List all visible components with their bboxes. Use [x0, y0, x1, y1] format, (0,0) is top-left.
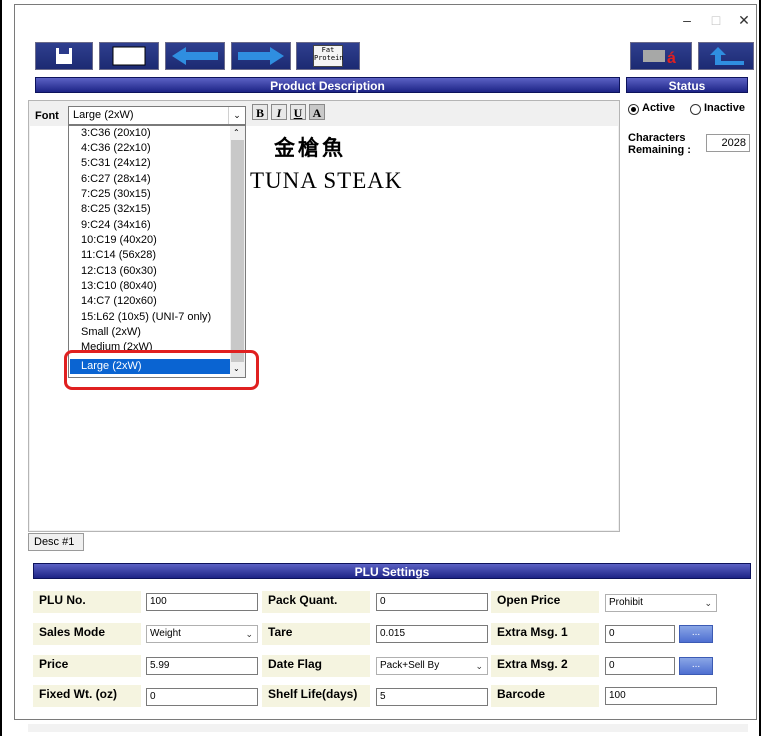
- scroll-up-icon[interactable]: ⌃: [233, 128, 240, 137]
- font-dropdown-list[interactable]: 3:C36 (20x10) 4:C36 (22x10) 5:C31 (24x12…: [68, 125, 246, 378]
- new-page-icon: [112, 46, 146, 66]
- dropdown-scroll-thumb[interactable]: [231, 140, 244, 362]
- barcode-input[interactable]: 100: [605, 687, 717, 705]
- plu-no-input[interactable]: 100: [146, 593, 258, 611]
- underline-button[interactable]: U: [290, 104, 306, 120]
- font-option[interactable]: 13:C10 (80x40): [81, 280, 157, 292]
- maximize-button[interactable]: □: [703, 10, 729, 30]
- shelf-life-input[interactable]: 5: [376, 688, 488, 706]
- language-map-icon: á: [643, 50, 676, 66]
- extra-msg-2-input[interactable]: 0: [605, 657, 675, 675]
- font-option[interactable]: 3:C36 (20x10): [81, 127, 151, 139]
- product-description-header: Product Description: [35, 77, 620, 93]
- return-arrow-icon: [710, 47, 744, 65]
- dropdown-scrollbar[interactable]: ⌃ ⌄: [230, 126, 245, 377]
- language-button[interactable]: á: [630, 42, 692, 70]
- tab-desc-1[interactable]: Desc #1: [28, 533, 84, 551]
- tare-label: Tare: [262, 623, 370, 645]
- font-label: Font: [35, 110, 59, 122]
- pack-quant-input[interactable]: 0: [376, 593, 488, 611]
- minimize-button[interactable]: –: [674, 10, 700, 30]
- inactive-label: Inactive: [704, 102, 745, 114]
- save-icon: [56, 48, 72, 64]
- font-option[interactable]: Small (2xW): [81, 326, 141, 338]
- status-header: Status: [626, 77, 748, 93]
- svg-text:á: á: [667, 50, 676, 66]
- chevron-down-icon[interactable]: ⌄: [704, 595, 712, 611]
- characters-remaining-label: Characters Remaining :: [628, 132, 691, 156]
- arrow-left-icon: [172, 47, 218, 65]
- previous-button[interactable]: [165, 42, 225, 70]
- highlight-annotation: [64, 350, 259, 390]
- active-radio[interactable]: [628, 104, 639, 115]
- font-option[interactable]: 6:C27 (28x14): [81, 173, 151, 185]
- plu-settings-header: PLU Settings: [33, 563, 751, 579]
- date-flag-label: Date Flag: [262, 655, 370, 677]
- outer-border-right: [759, 0, 761, 736]
- sales-mode-select[interactable]: Weight ⌄: [146, 625, 258, 643]
- shelf-life-label: Shelf Life(days): [262, 685, 370, 707]
- bold-button[interactable]: B: [252, 104, 268, 120]
- new-button[interactable]: [99, 42, 159, 70]
- characters-remaining-value: 2028: [706, 134, 750, 152]
- sales-mode-label: Sales Mode: [33, 623, 141, 645]
- extra-msg-1-input[interactable]: 0: [605, 625, 675, 643]
- date-flag-select[interactable]: Pack+Sell By ⌄: [376, 657, 488, 675]
- font-option[interactable]: 7:C25 (30x15): [81, 188, 151, 200]
- open-price-select[interactable]: Prohibit ⌄: [605, 594, 717, 612]
- next-button[interactable]: [231, 42, 291, 70]
- fat-protein-button[interactable]: Fat Protein: [296, 42, 360, 70]
- save-button[interactable]: [35, 42, 93, 70]
- open-price-label: Open Price: [491, 591, 599, 613]
- extra-msg-1-label: Extra Msg. 1: [491, 623, 599, 645]
- chevron-down-icon[interactable]: ⌄: [228, 107, 245, 124]
- price-input[interactable]: 5.99: [146, 657, 258, 675]
- pack-quant-label: Pack Quant.: [262, 591, 370, 613]
- font-option[interactable]: 11:C14 (56x28): [81, 249, 156, 261]
- description-line-2: TUNA STEAK: [250, 168, 403, 193]
- arrow-right-icon: [238, 47, 284, 65]
- italic-button[interactable]: I: [271, 104, 287, 120]
- active-label: Active: [642, 102, 676, 114]
- price-label: Price: [33, 655, 141, 677]
- chevron-down-icon[interactable]: ⌄: [475, 658, 483, 674]
- description-line-1: 金槍魚: [274, 135, 346, 160]
- font-select[interactable]: Large (2xW) ⌄: [68, 106, 246, 125]
- tare-input[interactable]: 0.015: [376, 625, 488, 643]
- inactive-radio[interactable]: [690, 104, 701, 115]
- bottom-strip: [28, 724, 748, 732]
- font-option[interactable]: 8:C25 (32x15): [81, 203, 151, 215]
- font-option[interactable]: 10:C19 (40x20): [81, 234, 157, 246]
- font-select-value: Large (2xW): [73, 109, 134, 121]
- font-option[interactable]: 4:C36 (22x10): [81, 142, 151, 154]
- extra-msg-2-label: Extra Msg. 2: [491, 655, 599, 677]
- font-option[interactable]: 5:C31 (24x12): [81, 157, 151, 169]
- outer-border-left: [0, 0, 2, 736]
- reverse-button[interactable]: A: [309, 104, 325, 120]
- fixed-wt-input[interactable]: 0: [146, 688, 258, 706]
- chevron-down-icon[interactable]: ⌄: [245, 626, 253, 642]
- extra-msg-1-browse-button[interactable]: ...: [679, 625, 713, 643]
- plu-no-label: PLU No.: [33, 591, 141, 613]
- exit-button[interactable]: [698, 42, 754, 70]
- font-option[interactable]: 14:C7 (120x60): [81, 295, 157, 307]
- font-option[interactable]: 9:C24 (34x16): [81, 219, 151, 231]
- font-option[interactable]: 12:C13 (60x30): [81, 265, 157, 277]
- close-button[interactable]: ✕: [731, 10, 757, 30]
- fixed-wt-label: Fixed Wt. (oz): [33, 685, 141, 707]
- font-option[interactable]: 15:L62 (10x5) (UNI-7 only): [81, 311, 211, 323]
- barcode-label: Barcode: [491, 685, 599, 707]
- extra-msg-2-browse-button[interactable]: ...: [679, 657, 713, 675]
- fat-protein-icon: Fat Protein: [313, 45, 344, 67]
